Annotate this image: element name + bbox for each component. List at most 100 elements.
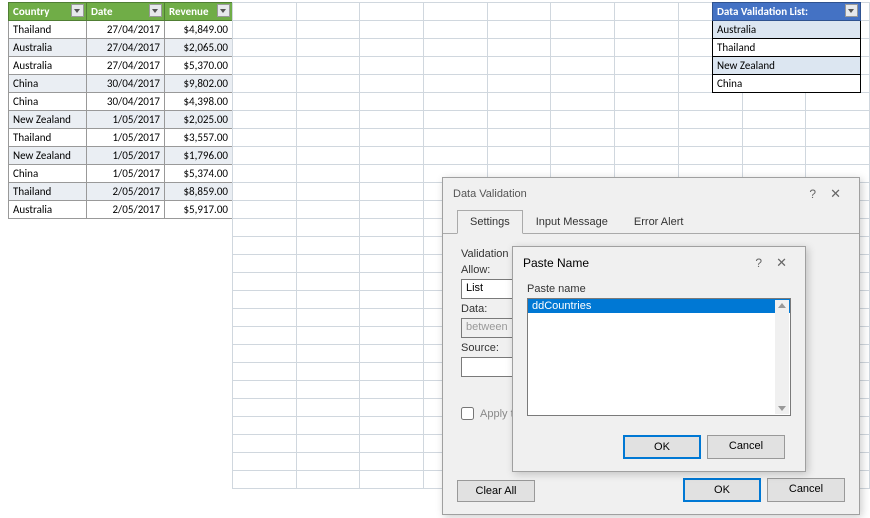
empty-cell[interactable] bbox=[233, 147, 297, 165]
empty-cell[interactable] bbox=[615, 111, 679, 129]
tab-settings[interactable]: Settings bbox=[457, 210, 523, 234]
empty-cell[interactable] bbox=[233, 309, 297, 327]
empty-cell[interactable] bbox=[360, 39, 424, 57]
empty-cell[interactable] bbox=[233, 183, 297, 201]
empty-cell[interactable] bbox=[360, 111, 424, 129]
empty-cell[interactable] bbox=[360, 165, 424, 183]
empty-cell[interactable] bbox=[742, 129, 806, 147]
empty-cell[interactable] bbox=[742, 147, 806, 165]
empty-cell[interactable] bbox=[742, 93, 806, 111]
empty-cell[interactable] bbox=[360, 471, 424, 489]
cell-country[interactable]: Australia bbox=[9, 57, 87, 75]
empty-cell[interactable] bbox=[296, 345, 360, 363]
empty-cell[interactable] bbox=[296, 327, 360, 345]
empty-cell[interactable] bbox=[296, 417, 360, 435]
help-icon[interactable]: ? bbox=[803, 187, 822, 201]
empty-cell[interactable] bbox=[233, 75, 297, 93]
empty-cell[interactable] bbox=[233, 453, 297, 471]
empty-cell[interactable] bbox=[233, 471, 297, 489]
cell-date[interactable]: 1/05/2017 bbox=[87, 147, 165, 165]
empty-cell[interactable] bbox=[360, 399, 424, 417]
empty-cell[interactable] bbox=[487, 21, 551, 39]
empty-cell[interactable] bbox=[487, 147, 551, 165]
cell-revenue[interactable]: $9,802.00 bbox=[165, 75, 233, 93]
empty-cell[interactable] bbox=[233, 327, 297, 345]
empty-cell[interactable] bbox=[487, 3, 551, 21]
validation-list-item[interactable]: Australia bbox=[713, 21, 861, 39]
empty-cell[interactable] bbox=[806, 129, 870, 147]
empty-cell[interactable] bbox=[615, 39, 679, 57]
empty-cell[interactable] bbox=[424, 3, 488, 21]
empty-cell[interactable] bbox=[296, 57, 360, 75]
apply-checkbox[interactable] bbox=[461, 407, 474, 420]
empty-cell[interactable] bbox=[360, 255, 424, 273]
empty-cell[interactable] bbox=[615, 57, 679, 75]
empty-cell[interactable] bbox=[360, 435, 424, 453]
empty-cell[interactable] bbox=[296, 273, 360, 291]
cell-country[interactable]: Australia bbox=[9, 201, 87, 219]
empty-cell[interactable] bbox=[233, 345, 297, 363]
empty-cell[interactable] bbox=[233, 381, 297, 399]
empty-cell[interactable] bbox=[360, 201, 424, 219]
cell-country[interactable]: Australia bbox=[9, 39, 87, 57]
empty-cell[interactable] bbox=[424, 39, 488, 57]
empty-cell[interactable] bbox=[360, 345, 424, 363]
empty-cell[interactable] bbox=[424, 21, 488, 39]
filter-icon[interactable] bbox=[149, 4, 162, 17]
clear-all-button[interactable]: Clear All bbox=[457, 480, 535, 502]
empty-cell[interactable] bbox=[360, 327, 424, 345]
validation-list-item[interactable]: New Zealand bbox=[713, 57, 861, 75]
empty-cell[interactable] bbox=[296, 93, 360, 111]
cell-date[interactable]: 1/05/2017 bbox=[87, 129, 165, 147]
empty-cell[interactable] bbox=[551, 21, 615, 39]
cell-country[interactable]: Thailand bbox=[9, 21, 87, 39]
empty-cell[interactable] bbox=[296, 147, 360, 165]
name-listbox[interactable]: ddCountries bbox=[527, 298, 791, 416]
name-list-item[interactable]: ddCountries bbox=[528, 299, 790, 313]
empty-cell[interactable] bbox=[296, 3, 360, 21]
empty-cell[interactable] bbox=[806, 93, 870, 111]
cell-revenue[interactable]: $4,398.00 bbox=[165, 93, 233, 111]
empty-cell[interactable] bbox=[296, 111, 360, 129]
tab-input-message[interactable]: Input Message bbox=[523, 210, 621, 233]
empty-cell[interactable] bbox=[551, 111, 615, 129]
ok-button[interactable]: OK bbox=[683, 478, 761, 502]
empty-cell[interactable] bbox=[296, 219, 360, 237]
empty-cell[interactable] bbox=[360, 21, 424, 39]
empty-cell[interactable] bbox=[615, 75, 679, 93]
empty-cell[interactable] bbox=[615, 93, 679, 111]
empty-cell[interactable] bbox=[296, 201, 360, 219]
empty-cell[interactable] bbox=[806, 111, 870, 129]
cell-country[interactable]: New Zealand bbox=[9, 147, 87, 165]
empty-cell[interactable] bbox=[296, 363, 360, 381]
empty-cell[interactable] bbox=[360, 183, 424, 201]
empty-cell[interactable] bbox=[360, 93, 424, 111]
empty-cell[interactable] bbox=[360, 147, 424, 165]
cell-revenue[interactable]: $2,065.00 bbox=[165, 39, 233, 57]
tab-error-alert[interactable]: Error Alert bbox=[621, 210, 697, 233]
cell-revenue[interactable]: $1,796.00 bbox=[165, 147, 233, 165]
empty-cell[interactable] bbox=[296, 453, 360, 471]
cell-country[interactable]: Thailand bbox=[9, 183, 87, 201]
empty-cell[interactable] bbox=[296, 381, 360, 399]
ok-button[interactable]: OK bbox=[623, 435, 701, 459]
empty-cell[interactable] bbox=[615, 21, 679, 39]
empty-cell[interactable] bbox=[233, 57, 297, 75]
validation-list-item[interactable]: Thailand bbox=[713, 39, 861, 57]
empty-cell[interactable] bbox=[296, 399, 360, 417]
empty-cell[interactable] bbox=[233, 435, 297, 453]
empty-cell[interactable] bbox=[233, 417, 297, 435]
empty-cell[interactable] bbox=[487, 75, 551, 93]
empty-cell[interactable] bbox=[487, 111, 551, 129]
cell-date[interactable]: 27/04/2017 bbox=[87, 21, 165, 39]
empty-cell[interactable] bbox=[487, 57, 551, 75]
empty-cell[interactable] bbox=[551, 93, 615, 111]
cell-date[interactable]: 27/04/2017 bbox=[87, 39, 165, 57]
empty-cell[interactable] bbox=[360, 219, 424, 237]
empty-cell[interactable] bbox=[296, 435, 360, 453]
header-country[interactable]: Country bbox=[9, 3, 87, 21]
empty-cell[interactable] bbox=[424, 129, 488, 147]
cancel-button[interactable]: Cancel bbox=[767, 478, 845, 502]
empty-cell[interactable] bbox=[233, 363, 297, 381]
cell-revenue[interactable]: $5,917.00 bbox=[165, 201, 233, 219]
